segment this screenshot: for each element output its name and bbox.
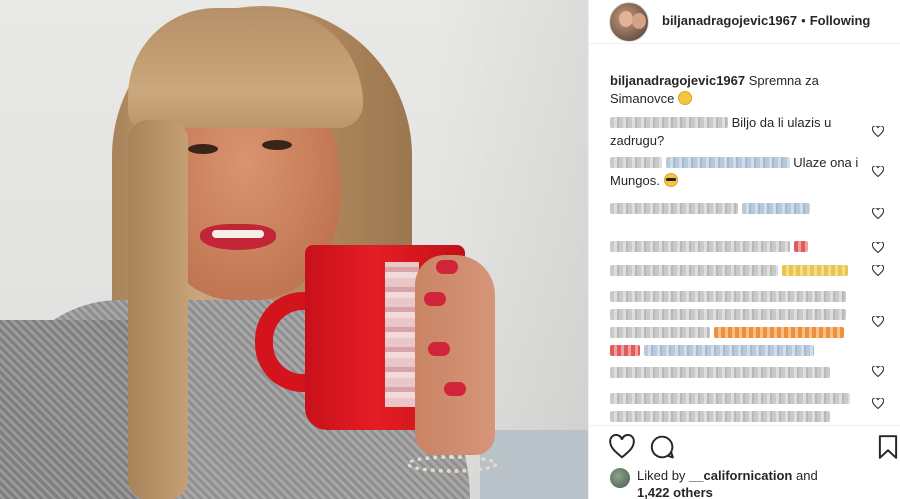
blurred-comment: [610, 393, 850, 404]
blurred-emoji: [793, 241, 808, 252]
blurred-emoji: [781, 265, 848, 276]
heart-icon[interactable]: [609, 434, 635, 460]
header-separator: •: [801, 13, 806, 28]
hair-strand: [128, 120, 188, 499]
heart-icon[interactable]: [872, 166, 884, 177]
caption-username[interactable]: biljanadragojevic1967: [610, 73, 745, 88]
hand: [415, 255, 495, 455]
blurred-username: [610, 203, 738, 214]
blurred-comment: [610, 327, 710, 338]
blurred-username: [610, 157, 662, 168]
heart-icon[interactable]: [872, 242, 884, 253]
blurred-comment: [741, 203, 810, 214]
smile: [212, 230, 264, 238]
heart-icon[interactable]: [872, 366, 884, 377]
blurred-mention: [665, 157, 790, 168]
bookmark-icon[interactable]: [875, 434, 900, 460]
post-header: biljanadragojevic1967 • Following: [589, 0, 900, 44]
heart-icon[interactable]: [872, 208, 884, 219]
liker-avatar[interactable]: [610, 468, 630, 488]
likes-summary: Liked by __californication and 1,422 oth…: [589, 462, 900, 499]
heart-icon[interactable]: [872, 126, 884, 137]
comment-item: [610, 200, 870, 218]
comments-list[interactable]: biljanadragojevic1967 Spremna za Simanov…: [589, 60, 900, 425]
fingernail: [444, 382, 466, 396]
likes-count[interactable]: 1,422 others: [637, 485, 713, 499]
smiley-emoji-icon: [677, 91, 692, 105]
heart-icon[interactable]: [872, 316, 884, 327]
blurred-mug-logo: [385, 262, 419, 407]
right-eye: [262, 140, 292, 150]
comment-item: [610, 238, 870, 256]
blurred-comment: [610, 411, 830, 422]
comment-icon[interactable]: [649, 434, 675, 460]
likes-prefix: Liked by: [637, 468, 686, 483]
fingernail: [424, 292, 446, 306]
blurred-comment: [610, 309, 846, 320]
blurred-comment: [610, 367, 830, 378]
comment-item: [610, 364, 870, 382]
sunglasses-emoji-icon: [663, 173, 678, 187]
avatar-person: [619, 11, 633, 27]
blurred-comment: [610, 291, 846, 302]
fingernail: [436, 260, 458, 274]
post-caption: biljanadragojevic1967 Spremna za Simanov…: [610, 72, 870, 108]
header-text: biljanadragojevic1967 • Following: [662, 13, 870, 28]
bracelet: [406, 455, 498, 473]
heart-icon[interactable]: [872, 398, 884, 409]
comment-item: Biljo da li ulazis u zadrugu?: [610, 114, 870, 150]
blurred-username: [610, 117, 728, 128]
avatar[interactable]: [609, 2, 649, 42]
blurred-username: [610, 241, 790, 252]
likes-connector: and: [795, 468, 818, 483]
heart-icon[interactable]: [872, 265, 884, 276]
comment-item: [610, 262, 870, 280]
header-username[interactable]: biljanadragojevic1967: [662, 13, 797, 28]
comment-item: [610, 288, 870, 360]
comment-item: [610, 390, 870, 425]
comment-item: Ulaze ona i Mungos.: [610, 154, 870, 190]
following-button[interactable]: Following: [810, 13, 871, 28]
post-side-panel: biljanadragojevic1967 • Following biljanad…: [589, 0, 900, 499]
blurred-comment: [643, 345, 814, 356]
post-actions: [589, 425, 900, 467]
liker-username[interactable]: __californication: [689, 468, 792, 483]
post-photo[interactable]: [0, 0, 588, 499]
blurred-emoji: [713, 327, 844, 338]
likes-text: Liked by __californication and 1,422 oth…: [637, 467, 837, 499]
left-eye: [188, 144, 218, 154]
fingernail: [428, 342, 450, 356]
blurred-emoji: [610, 345, 640, 356]
avatar-person: [632, 13, 646, 29]
blurred-comment: [610, 265, 778, 276]
